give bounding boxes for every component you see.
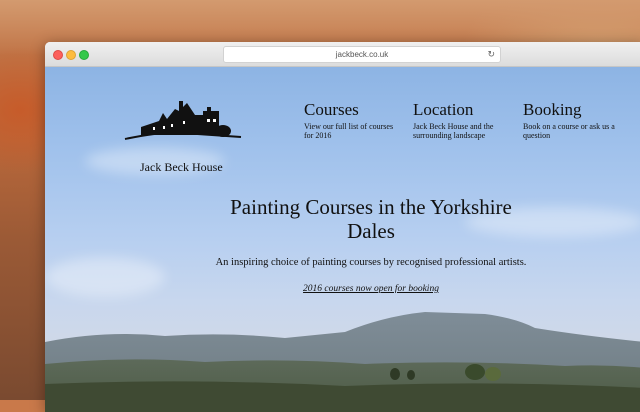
nav-item-booking[interactable]: Booking Book on a course or ask us a que…	[523, 101, 623, 141]
nav-title[interactable]: Courses	[304, 101, 404, 119]
address-bar[interactable]: jackbeck.co.uk ↻	[223, 46, 501, 63]
reload-icon[interactable]: ↻	[487, 47, 495, 62]
zoom-button[interactable]	[79, 50, 89, 60]
browser-toolbar: jackbeck.co.uk ↻	[45, 42, 640, 67]
hero-title: Painting Courses in the Yorkshire Dales	[230, 195, 512, 243]
nav-item-location[interactable]: Location Jack Beck House and the surroun…	[413, 101, 513, 141]
nav-item-courses[interactable]: Courses View our full list of courses fo…	[304, 101, 404, 141]
landscape-image	[45, 312, 640, 412]
hero-subtitle: An inspiring choice of painting courses …	[215, 257, 527, 268]
brand-name[interactable]: Jack Beck House	[140, 160, 223, 175]
nav-title[interactable]: Location	[413, 101, 513, 119]
close-button[interactable]	[53, 50, 63, 60]
courses-booking-link[interactable]: 2016 courses now open for booking	[245, 284, 497, 294]
nav-description: View our full list of courses for 2016	[304, 122, 394, 140]
house-logo-icon[interactable]	[123, 91, 243, 153]
nav-title[interactable]: Booking	[523, 101, 623, 119]
minimize-button[interactable]	[66, 50, 76, 60]
cloud	[45, 257, 165, 297]
nav-description: Book on a course or ask us a question	[523, 122, 615, 140]
nav-description: Jack Beck House and the surrounding land…	[413, 122, 494, 140]
browser-window: jackbeck.co.uk ↻ Jack Beck House Courses…	[45, 42, 640, 412]
address-bar-url: jackbeck.co.uk	[335, 50, 389, 59]
web-page: Jack Beck House Courses View our full li…	[45, 67, 640, 412]
